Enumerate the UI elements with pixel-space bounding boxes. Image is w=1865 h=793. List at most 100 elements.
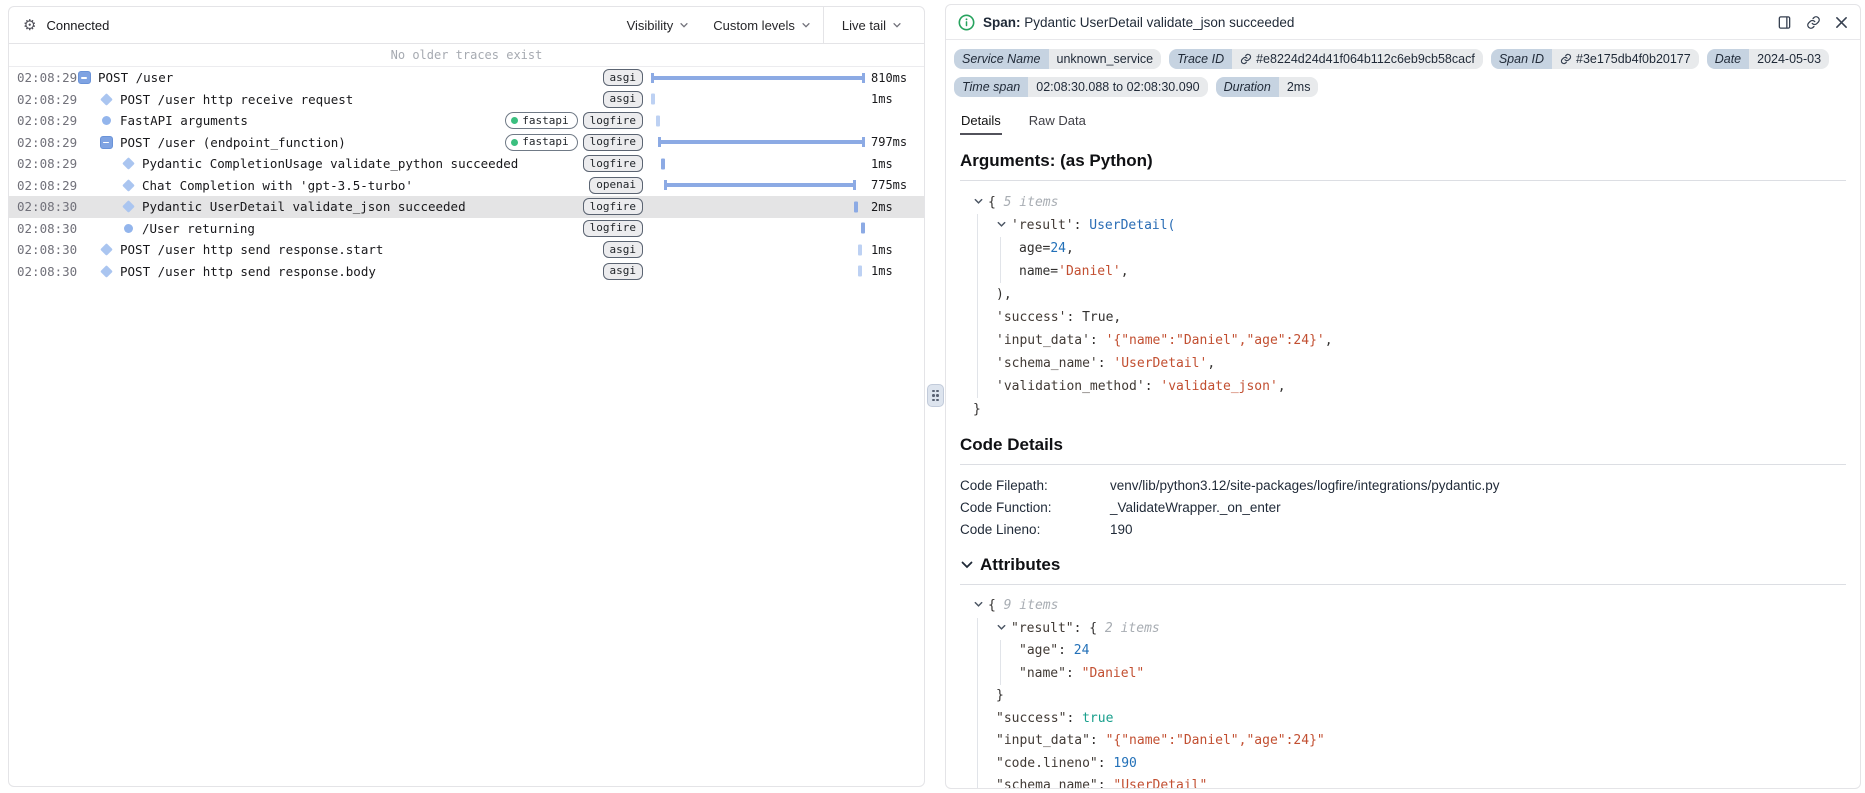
code-token: : [1073,218,1090,233]
trace-toolbar: ⚙ Connected Visibility Custom levels Liv… [9,7,924,44]
trace-row[interactable]: 02:08:30 Pydantic UserDetail validate_jso… [9,196,924,218]
code-line: } [960,398,1846,421]
trace-row-badges: asgi [602,241,643,259]
code-token: UserDetail( [1089,218,1176,233]
code-line: "age": 24 [960,640,1846,663]
trace-row-badges: fastapi logfire [505,133,643,151]
copy-link-icon[interactable] [1806,15,1821,30]
duration-label: 2ms [871,199,893,214]
indent-guide [977,640,978,663]
connection-status: ⚙ Connected [9,7,109,43]
code-line: "input_data": "{"name":"Daniel","age":24… [960,730,1846,753]
circle-icon [121,223,135,233]
code-line: "success": true [960,707,1846,730]
code-token: '{"name":"Daniel","age":24}' [1105,333,1325,348]
code-token: 'validate_json' [1160,379,1278,394]
collapse-caret-icon[interactable] [973,196,984,207]
collapse-icon[interactable] [77,71,91,85]
trace-row-timestamp: 02:08:29 [17,70,78,86]
duration-bar-area [651,132,865,154]
code-token: "name" [1019,665,1066,681]
trace-row-list: 02:08:29 POST /user asgi 810ms 02:08:29 POST … [9,67,924,282]
trace-row-timestamp: 02:08:30 [17,220,78,236]
trace-row-badges: asgi [602,262,643,280]
trace-row-badges: openai [589,176,643,194]
indent-guide [977,260,978,283]
code-line: "schema_name": "UserDetail" [960,775,1846,789]
span-meta-badges: Service Name unknown_service Trace ID #e822… [946,40,1860,105]
indent-guide [977,375,978,398]
code-line: { 5 items [960,191,1846,214]
duration-tick [651,93,655,105]
code-line: { 9 items [960,595,1846,618]
meta-badge-label: Service Name [954,49,1049,69]
span-kind-label: Span: [983,14,1021,30]
collapse-caret-icon[interactable] [996,622,1007,633]
trace-row[interactable]: 02:08:29 Chat Completion with 'gpt-3.5-tu… [9,175,924,197]
tab-raw-data[interactable]: Raw Data [1028,109,1087,135]
section-divider [960,584,1846,585]
trace-row[interactable]: 02:08:29 POST /user http receive request a… [9,89,924,111]
trace-row[interactable]: 02:08:29 POST /user (endpoint_function) fa… [9,132,924,154]
attributes-title-text: Attributes [980,555,1061,574]
live-tail-dropdown[interactable]: Live tail [824,7,924,43]
meta-badge-span-id[interactable]: Span ID #3e175db4f0b20177 [1490,49,1699,69]
trace-row[interactable]: 02:08:30 POST /user http send response.bo… [9,261,924,283]
duration-bar [651,72,865,83]
trace-row-timestamp: 02:08:30 [17,263,78,279]
link-icon [1240,53,1252,65]
settings-gear-icon[interactable]: ⚙ [23,18,36,33]
meta-badge-time-span: Time span 02:08:30.088 to 02:08:30.090 [954,77,1208,97]
visibility-dropdown[interactable]: Visibility [615,7,702,43]
meta-badge-value: #3e175db4f0b20177 [1552,49,1699,69]
close-icon[interactable] [1835,16,1848,29]
code-token: True, [1082,310,1122,325]
trace-row[interactable]: 02:08:29 Pydantic CompletionUsage validat… [9,153,924,175]
badge-fastapi: fastapi [505,133,578,151]
code-token: 24 [1050,241,1066,256]
code-token: "input_data" [996,733,1090,748]
code-line: 'input_data': '{"name":"Daniel","age":24… [960,329,1846,352]
code-token: age= [1019,241,1051,256]
code-token: "schema_name" [996,778,1098,789]
code-token: : [1066,310,1083,325]
trace-row-badges: logfire [582,198,643,216]
info-icon [958,14,975,30]
trace-row-label: Pydantic CompletionUsage validate_python… [142,156,519,172]
trace-row[interactable]: 02:08:29 FastAPI arguments fastapi logfire [9,110,924,132]
meta-badge-duration: Duration 2ms [1215,77,1319,97]
code-detail-row: Code Function: _ValidateWrapper._on_enter [960,497,1846,519]
collapse-icon[interactable] [99,135,113,149]
panel-splitter-handle[interactable] [927,384,944,407]
code-token: : [1144,379,1161,394]
green-dot-icon [511,117,519,125]
indent-guide [977,685,978,708]
collapse-caret-icon[interactable] [996,219,1007,230]
trace-row-timestamp: 02:08:29 [17,156,78,172]
duration-bar-area [651,67,865,89]
trace-row[interactable]: 02:08:30/User returning logfire [9,218,924,240]
collapse-caret-icon[interactable] [973,599,984,610]
custom-levels-dropdown[interactable]: Custom levels [701,7,823,43]
trace-row[interactable]: 02:08:29 POST /user asgi 810ms [9,67,924,89]
code-token: , [1065,241,1074,256]
arguments-section-title: Arguments: (as Python) [960,151,1153,170]
duration-bar-area [651,196,865,218]
duration-tick [858,265,863,277]
code-token: : [1058,643,1074,658]
indent-guide [977,329,978,352]
code-token: true [1082,710,1114,726]
duration-label: 1ms [871,92,893,107]
indent-guide [1000,640,1001,663]
span-detail-header: Span: Pydantic UserDetail validate_json … [946,5,1860,40]
meta-badge-trace-id[interactable]: Trace ID #e8224d24d41f064b112c6eb9cb58cac… [1169,49,1483,69]
badge-logfire: logfire [582,155,643,173]
dock-panel-icon[interactable] [1777,15,1792,30]
duration-bar-area [651,218,866,240]
code-line: name='Daniel', [960,260,1846,283]
code-detail-label: Code Filepath: [960,478,1048,493]
trace-row[interactable]: 02:08:30 POST /user http send response.st… [9,239,924,261]
chevron-down-icon[interactable] [960,558,974,572]
tab-details[interactable]: Details [960,109,1002,135]
trace-row-badges: asgi [602,90,643,108]
